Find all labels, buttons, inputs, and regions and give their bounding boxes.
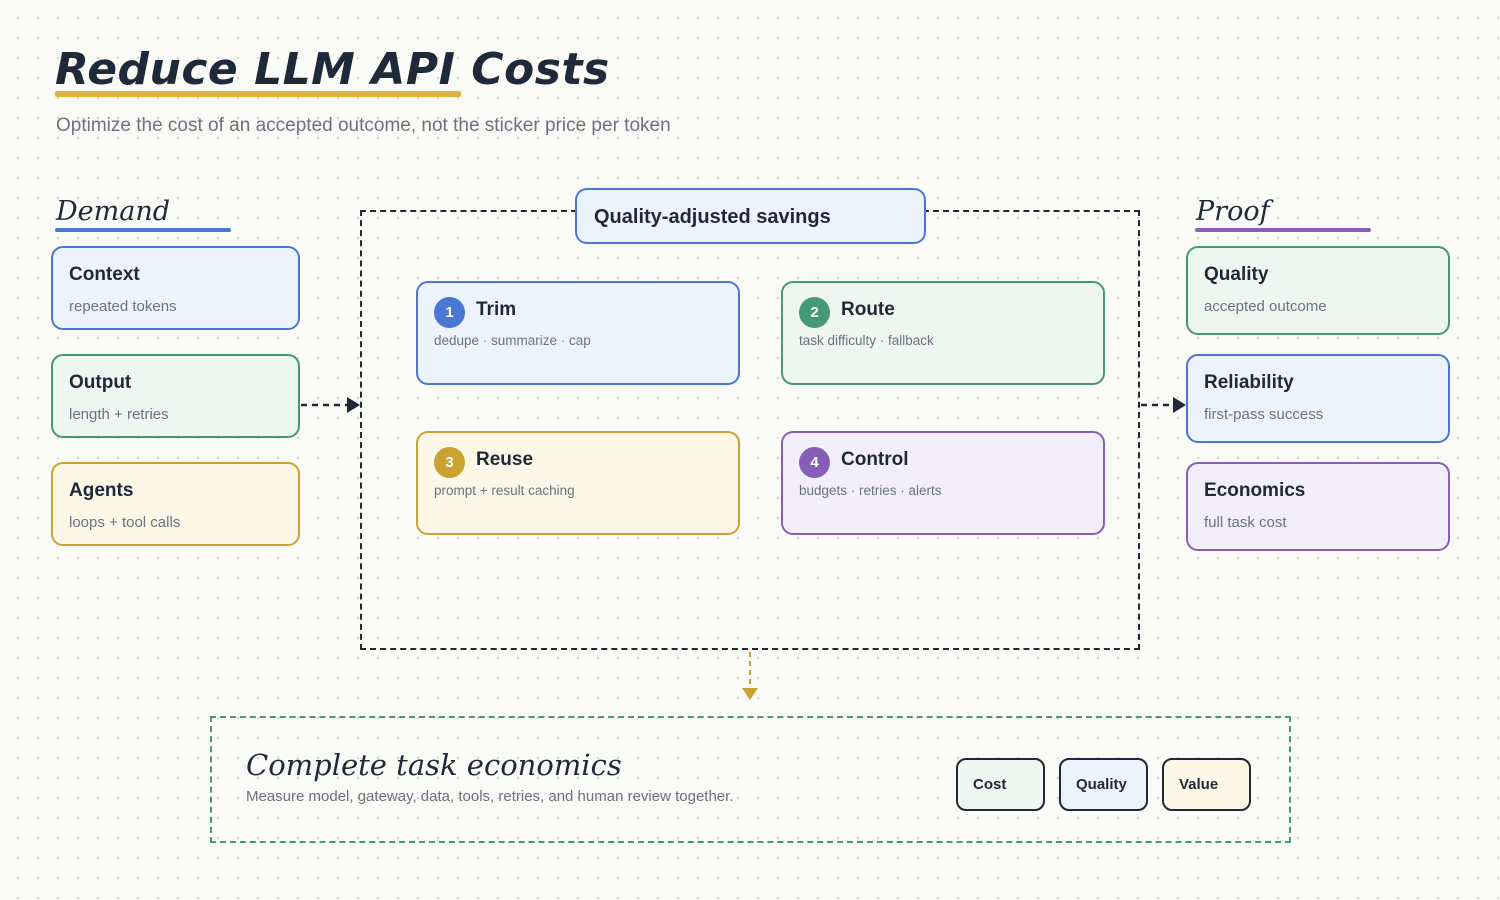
pill-label: Value xyxy=(1179,776,1219,793)
pill-label: Quality xyxy=(1076,776,1127,793)
arrow-savings-to-economics xyxy=(742,652,758,700)
arrow-savings-to-proof xyxy=(1141,397,1186,413)
arrow-demand-to-savings xyxy=(301,397,360,413)
banner-title: Complete task economics xyxy=(246,748,622,782)
pill-label: Cost xyxy=(973,776,1007,793)
banner-subtitle: Measure model, gateway, data, tools, ret… xyxy=(246,788,734,805)
pill-value: Value xyxy=(1162,758,1251,811)
pill-quality: Quality xyxy=(1059,758,1148,811)
pill-cost: Cost xyxy=(956,758,1045,811)
